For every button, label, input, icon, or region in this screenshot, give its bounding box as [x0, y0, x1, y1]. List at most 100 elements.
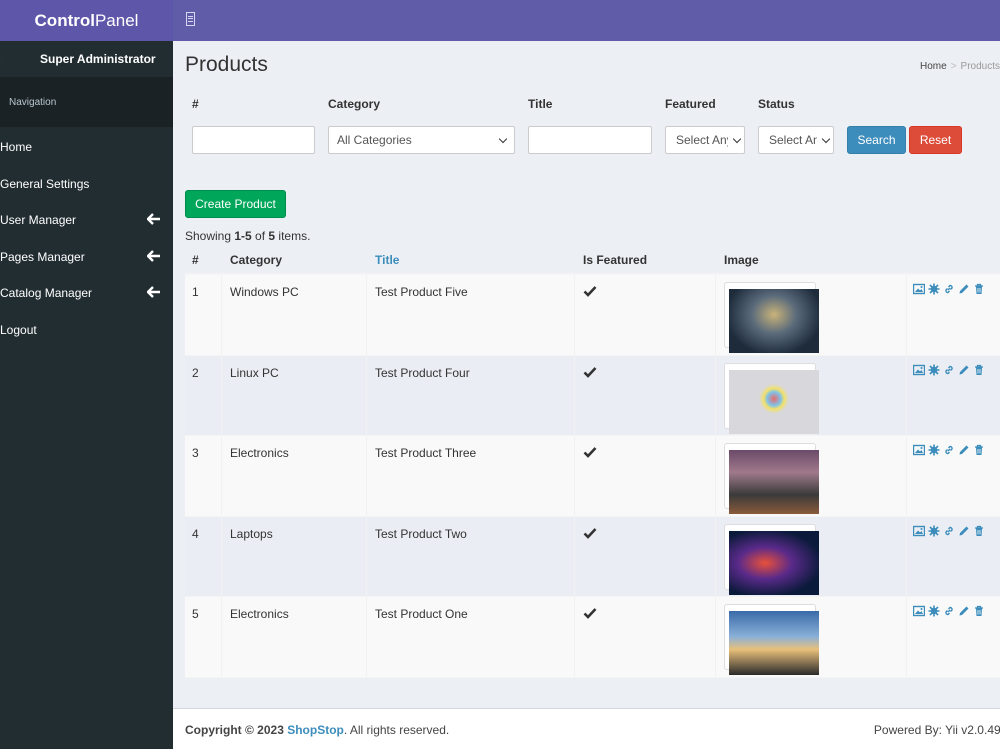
cell-title: Test Product Five: [375, 285, 468, 299]
link-icon[interactable]: [943, 283, 955, 295]
link-icon[interactable]: [943, 525, 955, 537]
column-divider: [715, 516, 716, 596]
link-icon[interactable]: [943, 444, 955, 456]
sidebar-item-pages-manager[interactable]: Pages Manager: [0, 239, 173, 276]
table-row: 4 Laptops Test Product Two: [185, 516, 1000, 597]
cell-title: Test Product Two: [375, 526, 467, 541]
table-body: 1 Windows PC Test Product Five 2 Linux PC Tes…: [185, 275, 1000, 678]
asterisk-icon[interactable]: [928, 444, 940, 456]
search-button[interactable]: Search: [847, 126, 906, 154]
pencil-icon[interactable]: [958, 364, 970, 376]
link-icon[interactable]: [943, 364, 955, 376]
cell-id: 1: [192, 285, 199, 299]
cell-category: Linux PC: [230, 365, 279, 380]
table-row: 1 Windows PC Test Product Five: [185, 275, 1000, 356]
trash-icon[interactable]: [973, 283, 985, 295]
trash-icon[interactable]: [973, 444, 985, 456]
checkmark-icon: [583, 608, 597, 619]
trash-icon[interactable]: [973, 605, 985, 617]
featured-filter-select[interactable]: Select Any: [665, 126, 745, 154]
product-thumbnail[interactable]: [724, 282, 819, 353]
checkmark-icon: [583, 527, 597, 539]
table-row: 5 Electronics Test Product One: [185, 597, 1000, 678]
column-divider: [366, 355, 367, 435]
brand-link[interactable]: ShopStop: [287, 723, 344, 737]
table-row: 3 Electronics Test Product Three: [185, 436, 1000, 517]
column-divider: [906, 355, 907, 435]
image-icon[interactable]: [913, 605, 925, 617]
column-divider: [574, 436, 575, 516]
sidebar-menu: Home General Settings User Manager Pages…: [0, 129, 173, 348]
column-divider: [574, 355, 575, 435]
product-thumbnail[interactable]: [724, 604, 819, 675]
trash-icon[interactable]: [973, 525, 985, 537]
image-icon[interactable]: [913, 283, 925, 295]
sidebar-item-user-manager[interactable]: User Manager: [0, 202, 173, 239]
filter-label-id: #: [192, 97, 199, 111]
product-image: [729, 369, 819, 434]
footer-copyright: Copyright © 2023 ShopStop. All rights re…: [185, 723, 449, 737]
status-filter-select[interactable]: Select Any: [758, 126, 834, 154]
copyright-text: Copyright © 2023: [185, 723, 288, 737]
user-panel: ◌ Super Administrator: [0, 41, 173, 77]
column-divider: [574, 597, 575, 677]
top-navbar: [173, 0, 1000, 41]
sidebar-item-logout[interactable]: Logout: [0, 312, 173, 349]
checkmark-icon: [583, 286, 597, 297]
arrow-left-icon: [147, 286, 160, 298]
sidebar-item-catalog-manager[interactable]: Catalog Manager: [0, 275, 173, 312]
table-header-row: # Category Title Is Featured Image: [185, 247, 1000, 275]
image-icon[interactable]: [913, 444, 925, 456]
asterisk-icon[interactable]: [928, 605, 940, 617]
id-filter-input[interactable]: [192, 126, 315, 154]
image-icon[interactable]: [913, 364, 925, 376]
breadcrumb-home-link[interactable]: Home: [920, 61, 947, 72]
app-logo[interactable]: Control Panel: [0, 0, 173, 41]
product-thumbnail[interactable]: [724, 443, 819, 514]
column-header-title-sort-link[interactable]: Title: [375, 253, 399, 267]
filter-label-featured: Featured: [665, 97, 716, 111]
asterisk-icon[interactable]: [928, 364, 940, 376]
table-row: 2 Linux PC Test Product Four: [185, 355, 1000, 436]
column-divider: [221, 516, 222, 596]
sidebar-toggle-icon[interactable]: [186, 12, 195, 26]
sidebar-item-label: Logout: [0, 322, 37, 337]
image-icon[interactable]: [913, 525, 925, 537]
footer: Copyright © 2023 ShopStop. All rights re…: [173, 708, 1000, 749]
product-thumbnail[interactable]: [724, 523, 819, 595]
product-thumbnail[interactable]: [724, 362, 819, 434]
rights-text: . All rights reserved.: [343, 723, 450, 737]
summary-prefix: Showing: [185, 229, 235, 243]
column-divider: [366, 436, 367, 516]
pencil-icon[interactable]: [958, 283, 970, 295]
row-actions: [913, 283, 985, 295]
product-image: [729, 450, 819, 514]
filter-label-status: Status: [758, 97, 795, 111]
column-divider: [715, 436, 716, 516]
column-divider: [715, 597, 716, 677]
filter-label-title: Title: [528, 97, 553, 111]
cell-title: Test Product Four: [375, 365, 470, 380]
create-product-button[interactable]: Create Product: [185, 190, 286, 218]
cell-category: Electronics: [230, 446, 289, 460]
link-icon[interactable]: [943, 605, 955, 617]
title-filter-input[interactable]: [528, 126, 652, 154]
sidebar-item-home[interactable]: Home: [0, 129, 173, 166]
category-filter-select[interactable]: All Categories: [328, 126, 515, 154]
main-content: Products Home > Products # Category Title …: [173, 41, 1000, 708]
sidebar-item-label: User Manager: [0, 213, 77, 228]
column-divider: [221, 436, 222, 516]
asterisk-icon[interactable]: [928, 525, 940, 537]
sidebar-item-label: Pages Manager: [0, 249, 85, 264]
trash-icon[interactable]: [973, 364, 985, 376]
column-divider: [574, 275, 575, 355]
row-actions: [913, 605, 985, 617]
pencil-icon[interactable]: [958, 444, 970, 456]
column-divider: [366, 275, 367, 355]
sidebar-item-general-settings[interactable]: General Settings: [0, 166, 173, 203]
pencil-icon[interactable]: [958, 525, 970, 537]
reset-button[interactable]: Reset: [909, 126, 962, 154]
pencil-icon[interactable]: [958, 605, 970, 617]
asterisk-icon[interactable]: [928, 283, 940, 295]
breadcrumb-current: Products: [960, 61, 1000, 72]
